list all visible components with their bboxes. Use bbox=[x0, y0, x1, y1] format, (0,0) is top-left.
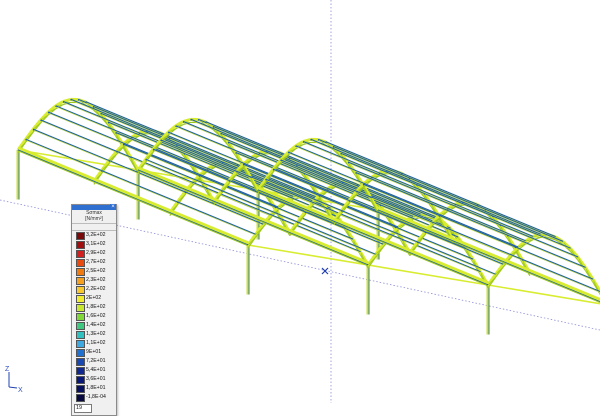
legend-swatch bbox=[76, 277, 85, 285]
legend-swatch bbox=[76, 241, 85, 249]
legend-titlebar[interactable]: × bbox=[72, 205, 116, 210]
purlin bbox=[455, 204, 533, 236]
legend-row: 3,2E+02 bbox=[72, 231, 116, 240]
legend-swatch bbox=[76, 295, 85, 303]
legend-row: 1,1E+02 bbox=[72, 339, 116, 348]
legend-label: 2E+02 bbox=[86, 295, 101, 302]
legend-row: -1,8E-04 bbox=[72, 393, 116, 402]
stress-legend-panel[interactable]: × Sσmax [N/mm²] 3,2E+02 3,1E+02 2,9E+02 2,7… bbox=[71, 204, 117, 416]
legend-swatch bbox=[76, 349, 85, 357]
legend-swatch bbox=[76, 367, 85, 375]
legend-row: 1,3E+02 bbox=[72, 330, 116, 339]
legend-row: 2,3E+02 bbox=[72, 276, 116, 285]
legend-label: 3,6E+01 bbox=[86, 376, 105, 383]
legend-scale: 3,2E+02 3,1E+02 2,9E+02 2,7E+02 2,5E+02 2,3E+… bbox=[72, 231, 116, 402]
purlin-edge bbox=[486, 210, 564, 242]
axis-x-label: X bbox=[18, 387, 23, 394]
legend-label: 1,6E+02 bbox=[86, 313, 105, 320]
legend-swatch bbox=[76, 394, 85, 402]
purlin-edge bbox=[410, 179, 486, 210]
legend-label: 2,9E+02 bbox=[86, 250, 105, 257]
legend-label: 3,1E+02 bbox=[86, 241, 105, 248]
legend-swatch bbox=[76, 322, 85, 330]
legend-separator bbox=[72, 224, 116, 231]
legend-unit: [N/mm²] bbox=[72, 217, 116, 223]
legend-row: 2,5E+02 bbox=[72, 267, 116, 276]
purlin-edge bbox=[64, 103, 140, 134]
legend-swatch bbox=[76, 358, 85, 366]
purlin bbox=[170, 213, 248, 245]
legend-steps-input[interactable]: 19 bbox=[74, 404, 92, 413]
axis-z-label: Z bbox=[5, 366, 10, 373]
purlin-edge bbox=[334, 148, 410, 179]
purlin-edge bbox=[34, 130, 110, 161]
legend-row: 5,4E+01 bbox=[72, 366, 116, 375]
purlin bbox=[63, 102, 139, 133]
legend-swatch bbox=[76, 385, 85, 393]
purlin-edge bbox=[214, 128, 290, 159]
legend-row: 1,4E+02 bbox=[72, 321, 116, 330]
legend-label: 3,2E+02 bbox=[86, 232, 105, 239]
frame-truss-chord bbox=[18, 151, 94, 182]
legend-header: Sσmax [N/mm²] bbox=[72, 210, 116, 224]
close-icon[interactable]: × bbox=[110, 204, 116, 210]
purlin bbox=[485, 209, 563, 241]
purlin bbox=[409, 178, 485, 209]
legend-label: -1,8E-04 bbox=[86, 394, 106, 401]
legend-row: 1,6E+02 bbox=[72, 312, 116, 321]
legend-swatch bbox=[76, 286, 85, 294]
axes-indicator: Z X bbox=[5, 366, 23, 394]
legend-label: 1,1E+02 bbox=[86, 340, 105, 347]
legend-label: 2,7E+02 bbox=[86, 259, 105, 266]
origin-marker bbox=[322, 268, 328, 274]
legend-label: 2,3E+02 bbox=[86, 277, 105, 284]
legend-label: 9E+01 bbox=[86, 349, 101, 356]
purlin-edge bbox=[456, 205, 534, 237]
legend-label: 2,2E+02 bbox=[86, 286, 105, 293]
legend-swatch bbox=[76, 250, 85, 258]
legend-row: 3,6E+01 bbox=[72, 375, 116, 384]
legend-row: 2,9E+02 bbox=[72, 249, 116, 258]
legend-row: 2E+02 bbox=[72, 294, 116, 303]
legend-label: 5,4E+01 bbox=[86, 367, 105, 374]
legend-row: 2,2E+02 bbox=[72, 285, 116, 294]
legend-swatch bbox=[76, 232, 85, 240]
edge-beam bbox=[248, 245, 600, 305]
legend-label: 1,8E+01 bbox=[86, 385, 105, 392]
legend-swatch bbox=[76, 331, 85, 339]
purlin-edge bbox=[94, 108, 170, 139]
purlin bbox=[18, 150, 94, 181]
legend-swatch bbox=[76, 340, 85, 348]
legend-row: 7,2E+01 bbox=[72, 357, 116, 366]
legend-swatch bbox=[76, 268, 85, 276]
legend-label: 2,5E+02 bbox=[86, 268, 105, 275]
legend-label: 1,3E+02 bbox=[86, 331, 105, 338]
legend-swatch bbox=[76, 259, 85, 267]
legend-swatch bbox=[76, 313, 85, 321]
legend-label: 7,2E+01 bbox=[86, 358, 105, 365]
purlin bbox=[213, 127, 289, 158]
legend-row: 1,8E+02 bbox=[72, 303, 116, 312]
legend-swatch bbox=[76, 376, 85, 384]
legend-label: 1,8E+02 bbox=[86, 304, 105, 311]
legend-row: 3,1E+02 bbox=[72, 240, 116, 249]
legend-label: 1,4E+02 bbox=[86, 322, 105, 329]
legend-swatch bbox=[76, 304, 85, 312]
legend-row: 2,7E+02 bbox=[72, 258, 116, 267]
legend-row: 1,8E+01 bbox=[72, 384, 116, 393]
purlin bbox=[33, 129, 109, 160]
frame-truss-chord bbox=[170, 214, 248, 246]
purlin bbox=[93, 107, 169, 138]
purlin bbox=[333, 147, 409, 178]
legend-row: 9E+01 bbox=[72, 348, 116, 357]
